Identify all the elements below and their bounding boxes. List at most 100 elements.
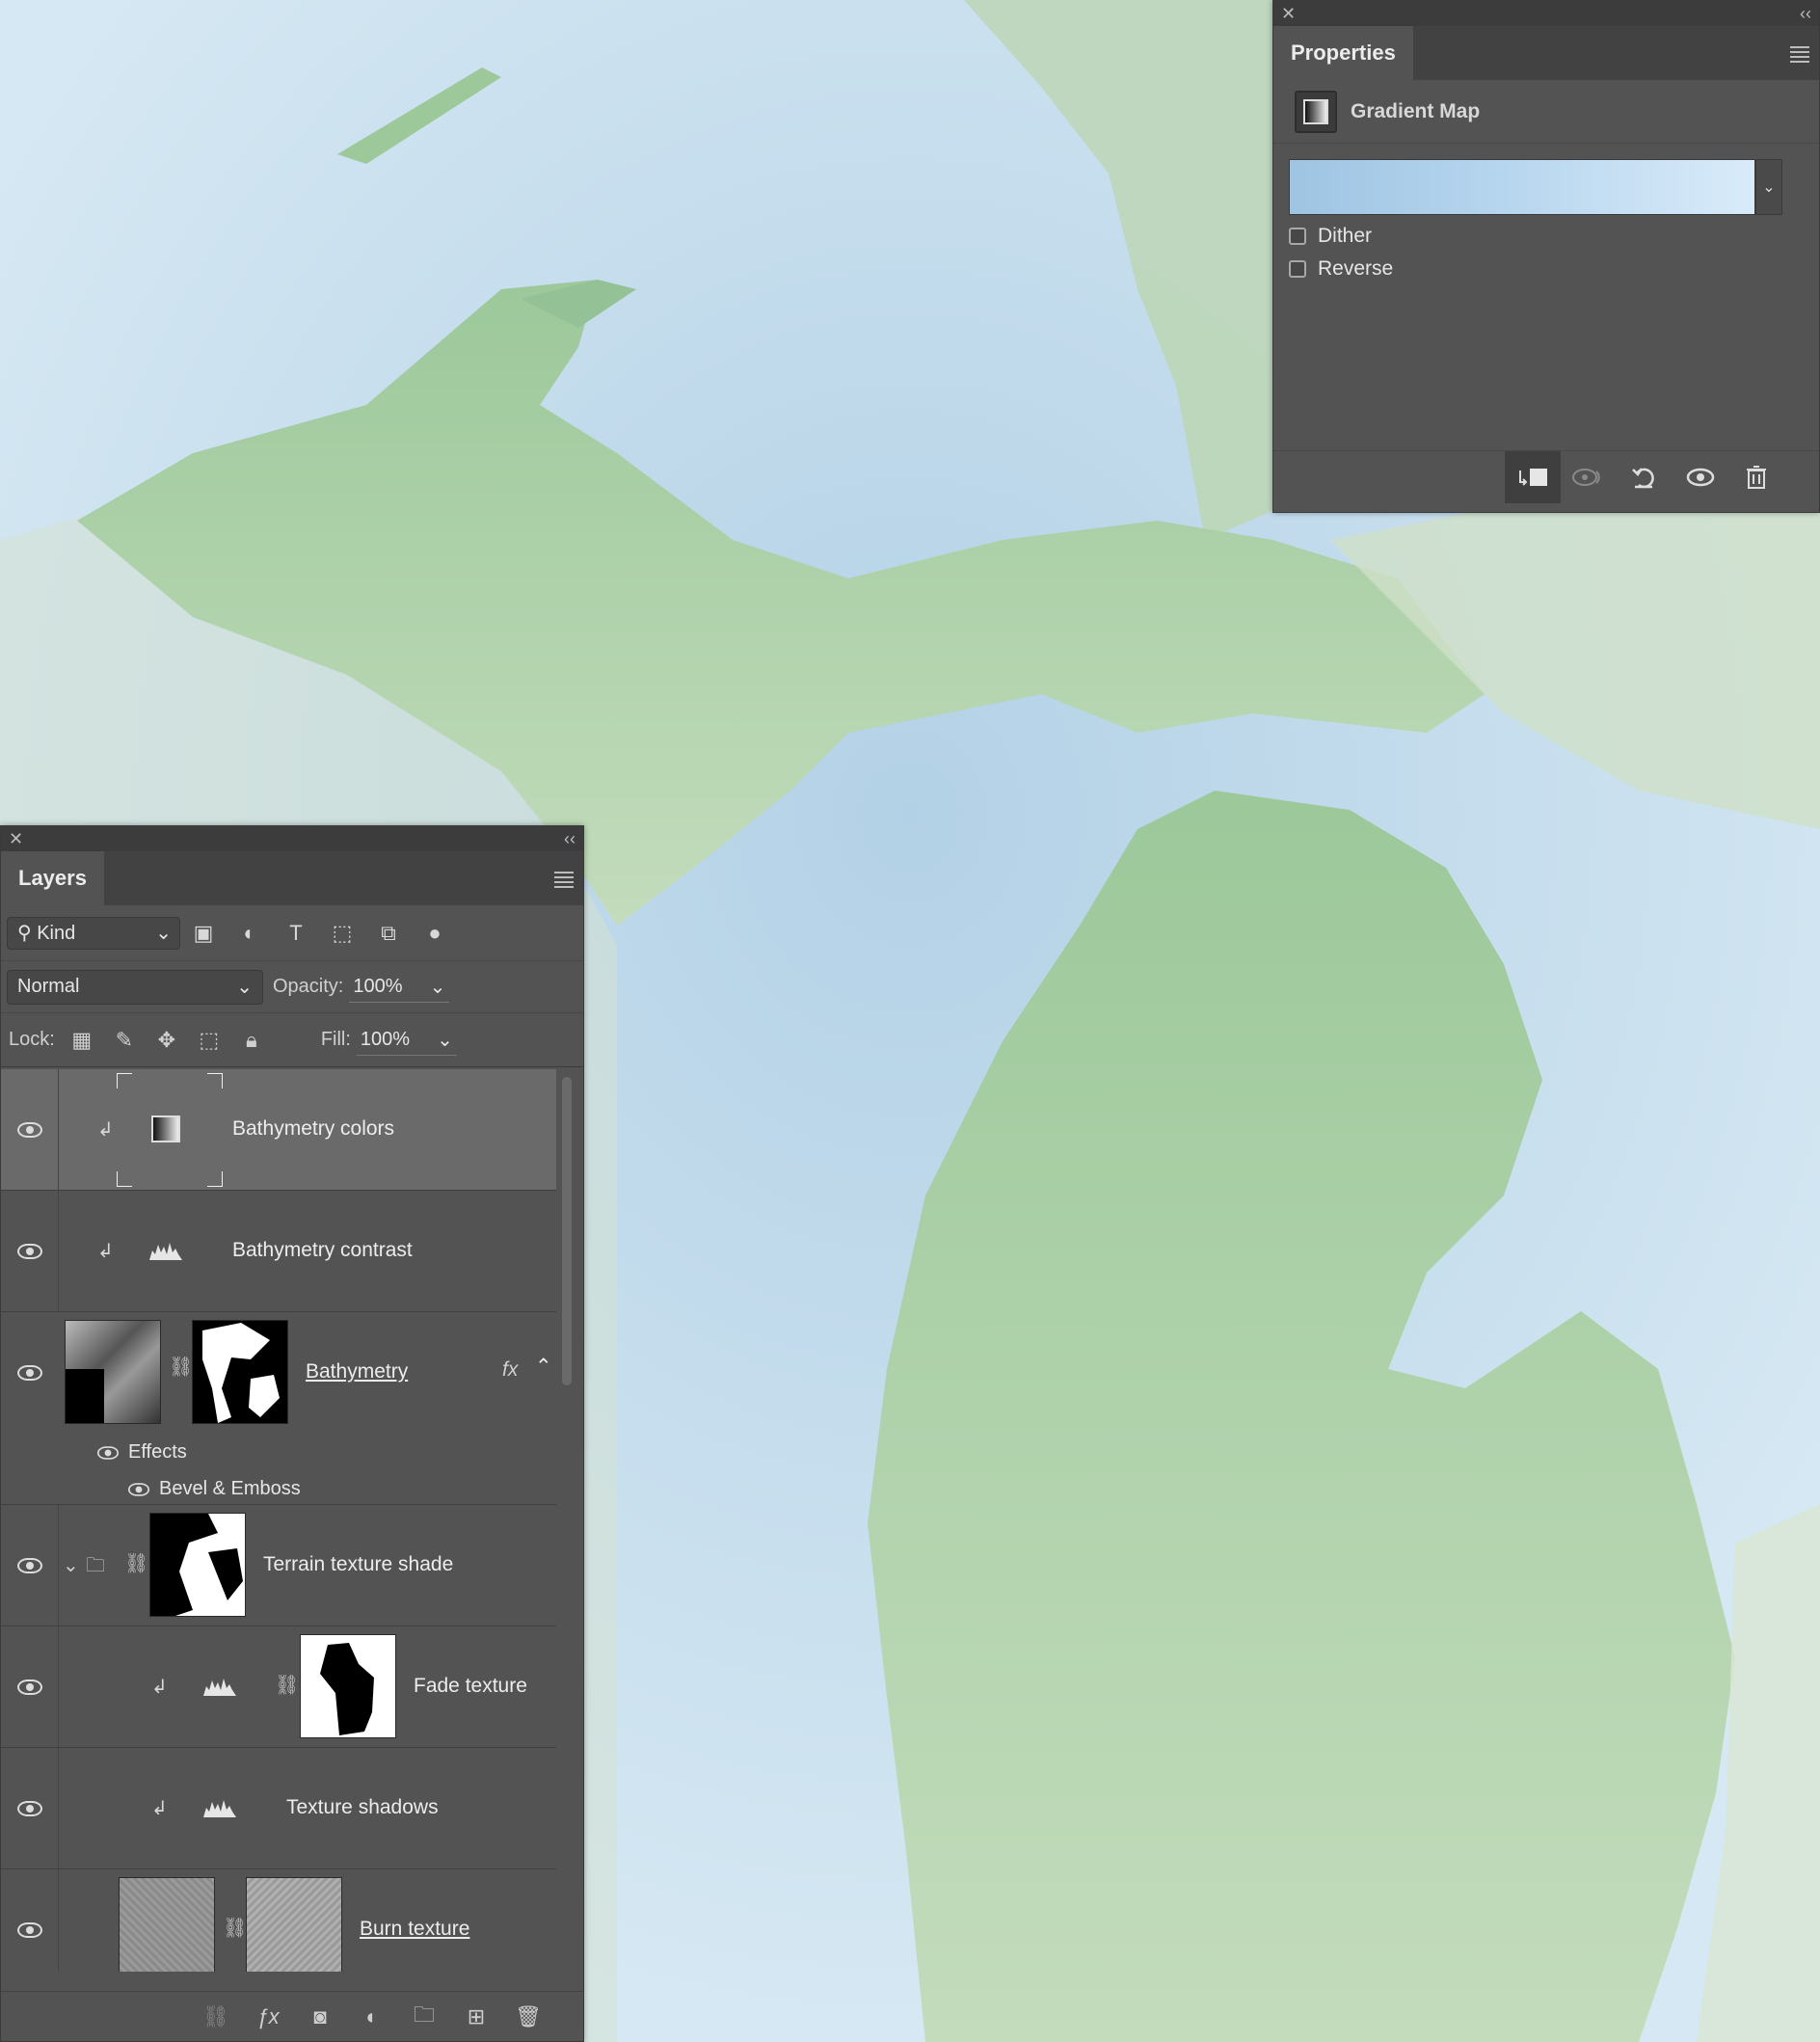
layer-name[interactable]: Bathymetry colors (232, 1117, 394, 1141)
fx-icon[interactable]: ƒx (242, 2004, 294, 2029)
visibility-toggle[interactable] (1, 1312, 59, 1434)
filter-kind-label: Kind (37, 923, 76, 944)
layer-name[interactable]: Bathymetry (306, 1360, 408, 1384)
layer-name[interactable]: Texture shadows (286, 1796, 439, 1819)
lock-position-icon[interactable]: ✥ (146, 1028, 188, 1053)
clip-arrow-icon: ↲ (97, 1241, 114, 1262)
properties-footer (1273, 450, 1819, 503)
gradient-preview[interactable] (1289, 159, 1755, 215)
close-icon[interactable]: ✕ (1281, 4, 1296, 24)
eye-icon[interactable] (127, 1482, 150, 1496)
layer-row[interactable]: ⛓ Bathymetry fx ⌃ Effects Bevel & Emboss (1, 1312, 556, 1505)
clip-arrow-icon: ↲ (151, 1798, 168, 1819)
layer-mask-thumbnail[interactable] (300, 1634, 396, 1738)
reverse-option[interactable]: Reverse (1289, 257, 1393, 281)
chevron-down-icon: ⌄ (429, 976, 446, 998)
smart-object-filter-icon[interactable]: ⧉ (365, 921, 412, 946)
gradient-map-icon (151, 1115, 180, 1142)
layer-row[interactable]: ⛓ Burn texture (1, 1869, 556, 1972)
tab-properties[interactable]: Properties (1273, 26, 1413, 80)
gradient-picker[interactable]: ⌄ (1289, 159, 1782, 215)
visibility-icon[interactable] (1673, 451, 1728, 503)
layer-row[interactable]: ↲ Texture shadows (1, 1748, 556, 1869)
tab-layers[interactable]: Layers (1, 851, 104, 905)
reverse-checkbox[interactable] (1289, 260, 1306, 278)
collapse-icon[interactable]: ‹‹ (1800, 4, 1811, 24)
layer-name[interactable]: Fade texture (414, 1675, 527, 1698)
panel-menu-icon[interactable] (554, 869, 574, 891)
close-icon[interactable]: ✕ (9, 829, 23, 849)
collapse-icon[interactable]: ‹‹ (564, 829, 575, 849)
levels-icon (203, 1800, 236, 1817)
adjustment-filter-icon[interactable]: ◐ (227, 921, 273, 946)
fx-icon[interactable]: fx (502, 1358, 518, 1382)
chevron-down-icon[interactable]: ⌄ (63, 1553, 79, 1577)
layer-mask-thumbnail[interactable] (149, 1513, 246, 1617)
filter-kind-select[interactable]: ⚲ Kind ⌄ (7, 916, 180, 950)
lock-transparent-icon[interactable]: ▦ (61, 1028, 103, 1053)
visibility-toggle[interactable] (1, 1626, 59, 1747)
visibility-toggle[interactable] (1, 1748, 59, 1868)
eye-icon[interactable] (17, 1365, 42, 1381)
layer-name[interactable]: Burn texture (360, 1918, 469, 1941)
lock-all-icon[interactable]: 🔒︎ (230, 1028, 273, 1053)
visibility-toggle[interactable] (1, 1505, 59, 1626)
layer-mask-thumbnail[interactable] (246, 1877, 342, 1972)
scrollbar-thumb[interactable] (562, 1077, 572, 1385)
layer-thumbnail[interactable] (65, 1320, 161, 1424)
layer-thumbnail[interactable] (119, 1877, 215, 1972)
type-filter-icon[interactable]: T (273, 921, 319, 946)
link-icon[interactable]: ⛓ (124, 1551, 148, 1575)
layer-mask-thumbnail[interactable] (192, 1320, 288, 1424)
chevron-up-icon[interactable]: ⌃ (535, 1355, 552, 1379)
eye-icon[interactable] (16, 1121, 42, 1138)
visibility-toggle[interactable] (1, 1069, 59, 1190)
dither-checkbox[interactable] (1289, 228, 1306, 245)
dither-option[interactable]: Dither (1289, 225, 1372, 248)
layer-name[interactable]: Terrain texture shade (263, 1553, 453, 1576)
eye-icon[interactable] (16, 1679, 42, 1695)
link-icon[interactable]: ⛓ (223, 1916, 247, 1940)
link-icon[interactable]: ⛓ (169, 1355, 193, 1379)
visibility-toggle[interactable] (1, 1869, 59, 1972)
effects-label: Effects (128, 1441, 187, 1463)
eye-icon[interactable] (16, 1557, 42, 1573)
link-icon[interactable]: ⛓ (275, 1673, 299, 1697)
pixel-layer-filter-icon[interactable]: ▣ (180, 921, 227, 946)
filter-toggle-icon[interactable]: ● (412, 921, 458, 946)
effects-row[interactable]: Effects (95, 1441, 187, 1464)
blend-mode-select[interactable]: Normal ⌄ (7, 969, 263, 1005)
shape-filter-icon[interactable]: ⬚ (319, 921, 365, 946)
layer-row[interactable]: ↲ ⛓ Fade texture (1, 1626, 556, 1748)
blend-row: Normal ⌄ Opacity: 100% ⌄ (1, 961, 583, 1013)
layers-scrollbar[interactable] (558, 1073, 575, 1970)
visibility-toggle[interactable] (1, 1191, 59, 1311)
eye-icon[interactable] (16, 1921, 42, 1938)
effect-item[interactable]: Bevel & Emboss (126, 1478, 301, 1500)
clip-to-layer-icon[interactable] (1505, 450, 1561, 503)
mask-icon[interactable]: ◙ (294, 2004, 346, 2029)
chevron-down-icon[interactable]: ⌄ (1755, 159, 1782, 215)
delete-icon[interactable] (1728, 451, 1784, 503)
clip-arrow-icon: ↲ (97, 1119, 114, 1141)
view-previous-state-icon[interactable] (1561, 451, 1617, 503)
adjustment-icon[interactable]: ◐ (346, 2004, 398, 2029)
lock-artboard-icon[interactable]: ⬚ (188, 1028, 230, 1053)
lock-image-icon[interactable]: ✎ (103, 1028, 146, 1053)
eye-icon[interactable] (16, 1243, 42, 1259)
group-folder-icon[interactable]: 🗀 (398, 1999, 450, 2035)
layers-titlebar: ✕ ‹‹ (1, 826, 583, 851)
fill-field[interactable]: 100% ⌄ (356, 1025, 457, 1056)
eye-icon[interactable] (16, 1800, 42, 1816)
eye-icon[interactable] (96, 1445, 120, 1460)
new-layer-icon[interactable]: ⊞ (450, 2004, 502, 2029)
link-layers-icon[interactable]: ⛓ (190, 2004, 242, 2029)
layer-row[interactable]: ↲ Bathymetry contrast (1, 1191, 556, 1312)
layer-row[interactable]: ⌄ 🗀 ⛓ Terrain texture shade (1, 1505, 556, 1626)
panel-menu-icon[interactable] (1790, 43, 1809, 66)
layer-name[interactable]: Bathymetry contrast (232, 1239, 413, 1262)
reset-icon[interactable] (1617, 451, 1673, 503)
layer-row[interactable]: ↲ Bathymetry colors (1, 1069, 556, 1191)
opacity-field[interactable]: 100% ⌄ (349, 972, 450, 1003)
delete-icon[interactable]: 🗑︎ (502, 2004, 554, 2029)
